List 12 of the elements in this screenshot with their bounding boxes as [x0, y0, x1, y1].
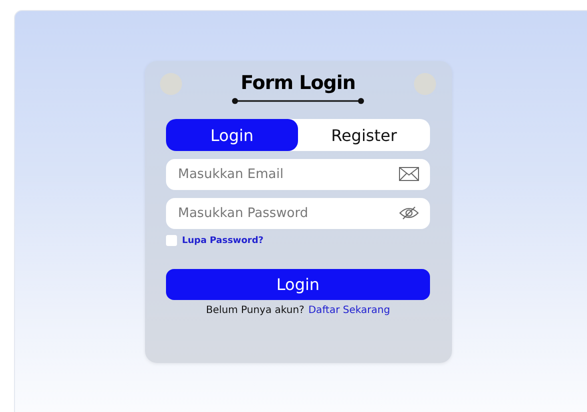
forgot-password-link[interactable]: Lupa Password? — [182, 236, 264, 246]
envelope-icon — [399, 167, 419, 181]
eye-slash-icon[interactable] — [399, 206, 419, 220]
login-button[interactable]: Login — [166, 269, 430, 300]
password-field[interactable]: Masukkan Password — [166, 198, 430, 229]
register-link[interactable]: Daftar Sekarang — [308, 305, 390, 316]
tab[interactable]: Login — [166, 119, 298, 151]
signup-prompt: Belum Punya akun? — [206, 305, 304, 316]
email-field[interactable]: Masukkan Email — [166, 159, 430, 190]
checkbox[interactable] — [166, 235, 177, 246]
tab[interactable]: Register — [298, 119, 430, 151]
form-title: Form Login — [240, 71, 356, 95]
